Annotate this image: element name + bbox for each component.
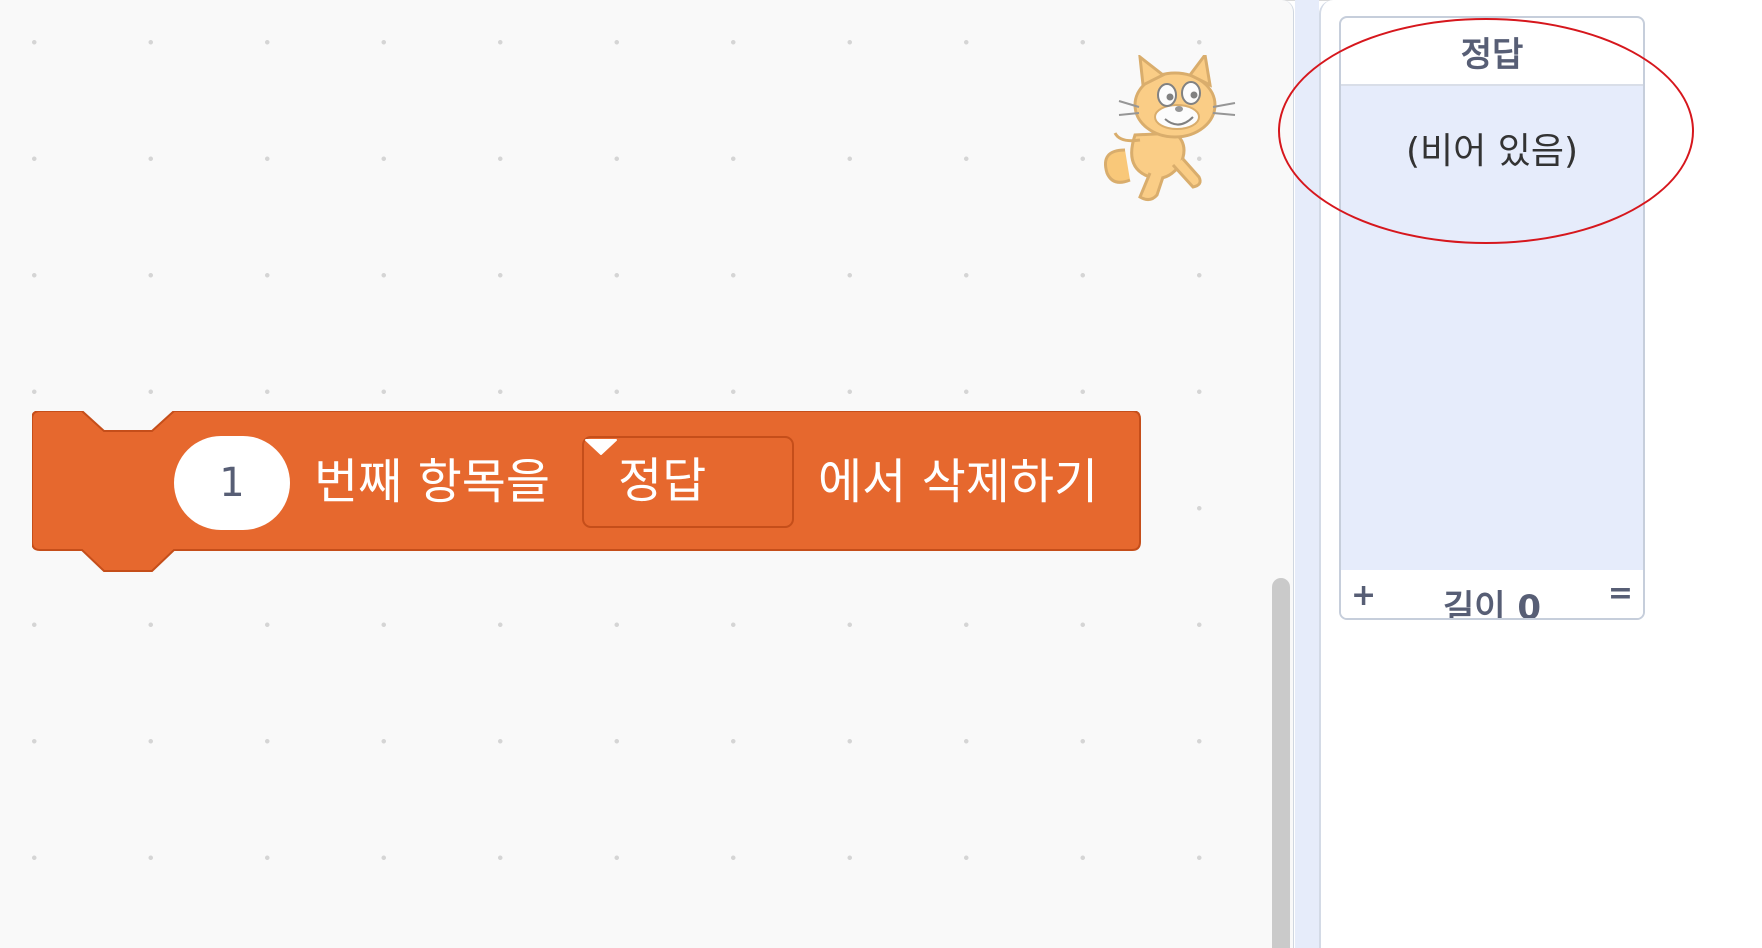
list-empty-label: (비어 있음): [1405, 131, 1578, 172]
list-select-dropdown[interactable]: 정답: [582, 436, 794, 528]
item-index-input[interactable]: 1: [174, 436, 290, 530]
list-length-label: 길이 0: [1442, 588, 1542, 620]
list-select-value: 정답: [618, 453, 707, 509]
block-label-before: 번째 항목을: [314, 454, 551, 510]
resize-handle[interactable]: =: [1608, 576, 1633, 611]
chevron-down-icon: [585, 439, 617, 455]
delete-list-item-block[interactable]: 1 번째 항목을 정답 에서 삭제하기: [32, 411, 1142, 578]
code-workspace[interactable]: 1 번째 항목을 정답 에서 삭제하기: [0, 0, 1294, 948]
list-monitor[interactable]: 정답 (비어 있음) + 길이 0 =: [1339, 16, 1645, 620]
block-label-after: 에서 삭제하기: [818, 454, 1099, 510]
stage-divider: [1295, 0, 1319, 948]
list-monitor-body: (비어 있음): [1341, 86, 1643, 570]
list-monitor-footer: + 길이 0 =: [1341, 570, 1643, 620]
scratch-cat-sprite-icon: [1095, 51, 1240, 205]
list-monitor-title: 정답: [1341, 18, 1643, 86]
workspace-vertical-scrollbar[interactable]: [1272, 578, 1290, 948]
